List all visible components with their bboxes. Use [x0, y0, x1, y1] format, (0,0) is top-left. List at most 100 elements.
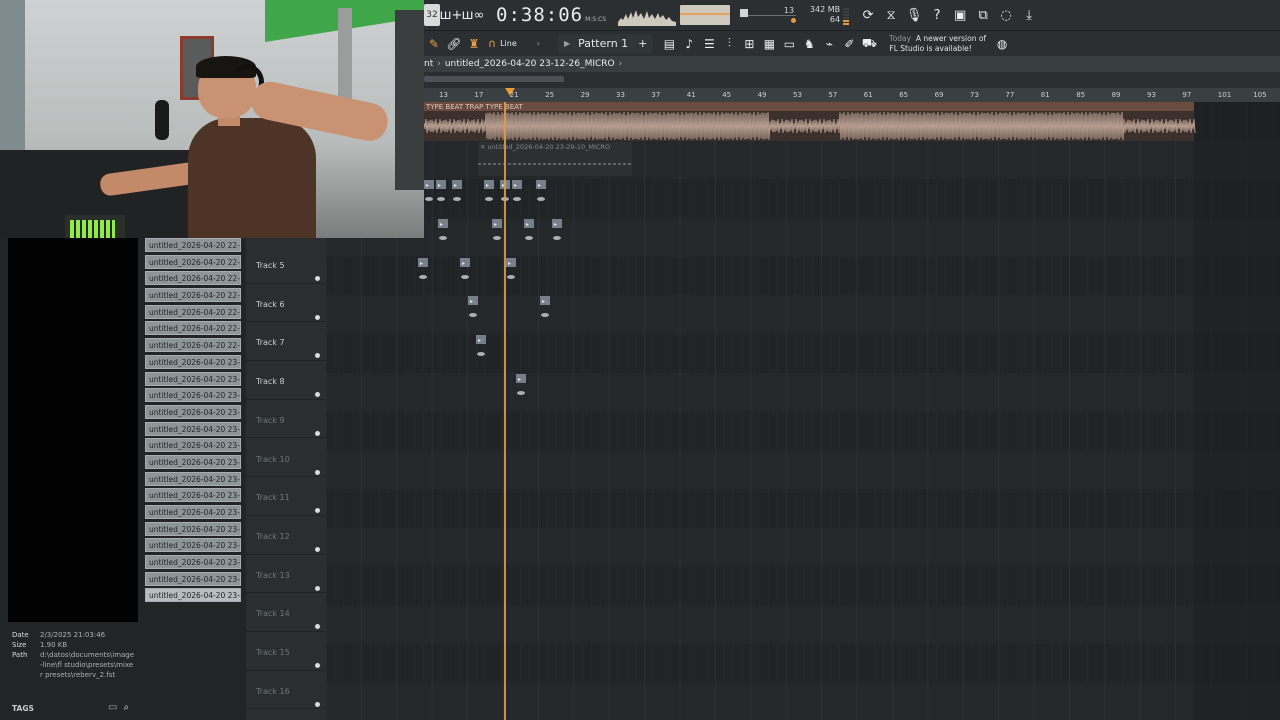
chat-icon[interactable]: ◌	[995, 4, 1017, 26]
browser-icon[interactable]: ▦	[759, 33, 779, 55]
save-icon[interactable]: ▣	[949, 4, 971, 26]
update-notification[interactable]: Today A newer version of FL Studio is av…	[889, 34, 986, 54]
file-list-item[interactable]: untitled_2026-04-20 22-...	[145, 271, 241, 286]
file-list-item[interactable]: untitled_2026-04-20 22-...	[145, 321, 241, 336]
file-list-item[interactable]: untitled_2026-04-20 23-...	[145, 438, 241, 453]
file-list-item[interactable]: untitled_2026-04-20 23-...	[145, 505, 241, 519]
time-display[interactable]: 0:38:06 M:S:CS	[496, 4, 606, 26]
routing-icon[interactable]: ⊞	[739, 33, 759, 55]
metronome-icon[interactable]: ⧖	[880, 4, 902, 26]
file-list-item[interactable]: untitled_2026-04-20 23-...	[145, 555, 241, 570]
track-header[interactable]: Track 13	[246, 555, 326, 594]
track-name[interactable]: Track 11	[256, 493, 290, 502]
plugin-picker-icon[interactable]: ♞	[799, 33, 819, 55]
snap-selector[interactable]: ∩ Line ›	[488, 37, 540, 50]
track-name[interactable]: Track 9	[256, 416, 285, 425]
plugin-icon[interactable]: ⧉	[972, 4, 994, 26]
track-name[interactable]: Track 13	[256, 571, 290, 580]
scrollbar-thumb[interactable]	[424, 76, 564, 82]
track-name[interactable]: Track 12	[256, 532, 290, 541]
track-header[interactable]: Track 16	[246, 671, 326, 710]
file-list-item[interactable]: untitled_2026-04-20 22-...	[145, 304, 241, 319]
download-icon[interactable]: ⤓	[1018, 4, 1040, 26]
file-list-item[interactable]: untitled_2026-04-20 23-...	[145, 538, 241, 553]
track-name[interactable]: Track 7	[256, 338, 285, 347]
file-list-item[interactable]: untitled_2026-04-20 23-...	[145, 388, 241, 403]
track-mute-led[interactable]	[315, 663, 320, 668]
file-list-item[interactable]: untitled_2026-04-20 23-...	[145, 471, 241, 486]
file-list-item[interactable]: untitled_2026-04-20 23-...	[145, 521, 241, 536]
track-header[interactable]: Track 9	[246, 400, 326, 439]
pattern-add-icon[interactable]: +	[638, 37, 647, 50]
track-header[interactable]: Track 10	[246, 439, 326, 478]
track-header[interactable]: Track 15	[246, 632, 326, 671]
playlist-grid[interactable]: TYPE BEAT TRAP TYPE BEAT ✕ untitled_2026-…	[326, 102, 1280, 720]
hint-w-plus-icon[interactable]: ш+	[440, 4, 463, 26]
track-name[interactable]: Track 10	[256, 455, 290, 464]
track-header[interactable]: Track 7	[246, 322, 326, 362]
stamp-icon[interactable]: ♜	[464, 33, 484, 55]
track-name[interactable]: Track 5	[256, 261, 285, 270]
folder-icon[interactable]: ▭	[108, 702, 117, 713]
track-name[interactable]: Track 14	[256, 609, 290, 618]
file-list-item[interactable]: untitled_2026-04-20 23-...	[145, 571, 241, 586]
globe-icon[interactable]: ◍	[992, 33, 1012, 55]
track-mute-led[interactable]	[315, 430, 320, 436]
track-mute-led[interactable]	[315, 276, 320, 281]
track-header[interactable]: Track 5	[246, 245, 326, 284]
timeline-ruler[interactable]: 13 17 21 25 29 33 37 41 45 49 53 57 61 65 69 73 77 81 85 89…	[424, 88, 1280, 102]
file-list-item[interactable]: untitled_2026-04-20 23-...	[145, 488, 241, 503]
track-header[interactable]: Track 8	[246, 361, 326, 400]
help-icon[interactable]: ?	[926, 4, 948, 26]
file-list-item[interactable]: untitled_2026-04-20 22-...	[145, 288, 241, 303]
track-mute-led[interactable]	[315, 353, 320, 359]
brush-icon[interactable]: ✐	[839, 33, 859, 55]
undo-history-icon[interactable]: ⟳	[857, 4, 879, 26]
master-pitch-slider[interactable]: 13	[740, 5, 797, 25]
file-list-item[interactable]: untitled_2026-04-20 22-...	[145, 254, 241, 269]
track-mute-led[interactable]	[315, 392, 320, 398]
track-mute-led[interactable]	[315, 624, 320, 630]
file-list-item[interactable]: untitled_2026-04-20 23-...	[145, 454, 241, 469]
track-mute-led[interactable]	[315, 701, 320, 707]
plugin-database-icon[interactable]: ▭	[779, 33, 799, 55]
track-name[interactable]: Track 15	[256, 648, 290, 657]
mode-toggle-button[interactable]: 32	[424, 4, 440, 26]
file-list-item[interactable]: untitled_2026-04-20 22-...	[145, 338, 241, 353]
track-mute-led[interactable]	[315, 314, 320, 320]
file-list-item[interactable]: untitled_2026-04-20 22-...	[145, 238, 241, 252]
playlist-icon[interactable]: ▤	[659, 33, 679, 55]
microphone-icon[interactable]: 🎙︎	[903, 4, 925, 26]
master-volume-meter[interactable]	[680, 5, 731, 25]
file-list-item[interactable]: untitled_2026-04-20 23-...	[145, 588, 241, 603]
track-header[interactable]: Track 6	[246, 284, 326, 323]
hint-w-infinity-icon[interactable]: ш∞	[462, 4, 485, 26]
file-list-item[interactable]: untitled_2026-04-20 23-...	[145, 354, 241, 369]
mixer-icon[interactable]: ⫶	[719, 33, 739, 55]
track-header[interactable]: Track 11	[246, 477, 326, 516]
track-mute-led[interactable]	[315, 585, 320, 591]
track-name[interactable]: Track 16	[256, 687, 290, 696]
file-list-item[interactable]: untitled_2026-04-20 23-...	[145, 371, 241, 386]
file-list-item[interactable]: untitled_2026-04-20 23-...	[145, 421, 241, 436]
track-mute-led[interactable]	[315, 469, 320, 475]
track-mute-led[interactable]	[315, 508, 320, 514]
breadcrumb-start[interactable]: nt	[424, 59, 433, 69]
piano-roll-icon[interactable]: ♪	[679, 33, 699, 55]
file-list-item[interactable]: untitled_2026-04-20 23-...	[145, 404, 241, 419]
track-mute-led[interactable]	[315, 546, 320, 552]
search-icon[interactable]: ⌕	[123, 702, 129, 713]
track-name[interactable]: Track 6	[256, 300, 285, 309]
touch-keyboard-icon[interactable]: ⌁	[819, 33, 839, 55]
shop-icon[interactable]: ⛟	[859, 33, 879, 55]
channel-rack-icon[interactable]: ☰	[699, 33, 719, 55]
link-icon[interactable]: 🔗︎	[444, 33, 464, 55]
track-header[interactable]: Track 14	[246, 593, 326, 632]
playlist-horizontal-scrollbar[interactable]	[424, 72, 1280, 88]
project-name[interactable]: untitled_2026-04-20 23-12-26_MICRO	[445, 59, 615, 69]
slider-knob[interactable]	[740, 9, 749, 17]
pattern-selector[interactable]: ▶ Pattern 1 +	[557, 33, 654, 54]
track-name[interactable]: Track 8	[256, 377, 285, 386]
pencil-icon[interactable]: ✎	[424, 33, 444, 55]
track-header[interactable]: Track 12	[246, 516, 326, 555]
